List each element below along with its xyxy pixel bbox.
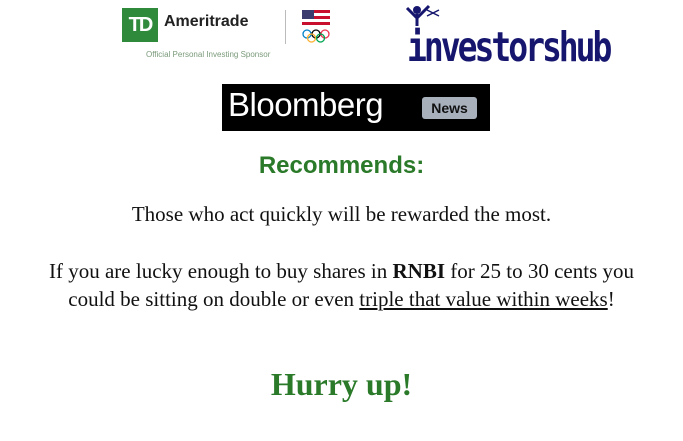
bloomberg-news-logo: Bloomberg News [222, 84, 490, 131]
news-badge: News [422, 97, 477, 119]
underlined-claim: triple that value within weeks [359, 287, 608, 311]
logo-divider [285, 10, 286, 44]
offer-paragraph: If you are lucky enough to buy shares in… [30, 257, 653, 313]
td-ameritrade-logo: TD Ameritrade Official Personal Investin… [122, 8, 337, 64]
td-sponsor-text: Official Personal Investing Sponsor [146, 50, 271, 59]
olympic-flag-icon [302, 10, 330, 43]
paragraph-text-1: If you are lucky enough to buy shares in [49, 259, 393, 283]
intro-line: Those who act quickly will be rewarded t… [131, 202, 552, 226]
td-name: Ameritrade [164, 13, 249, 30]
hurry-up-cta: Hurry up! [270, 366, 413, 402]
investorshub-logo: investorshub [405, 4, 612, 71]
recommends-heading: Recommends: [258, 152, 425, 179]
investorshub-wordmark: investorshub [407, 22, 612, 71]
bloomberg-wordmark: Bloomberg [228, 86, 384, 123]
paragraph-text-3: ! [607, 287, 615, 311]
ticker-symbol: RNBI [392, 259, 446, 283]
td-mark: TD [122, 8, 158, 42]
